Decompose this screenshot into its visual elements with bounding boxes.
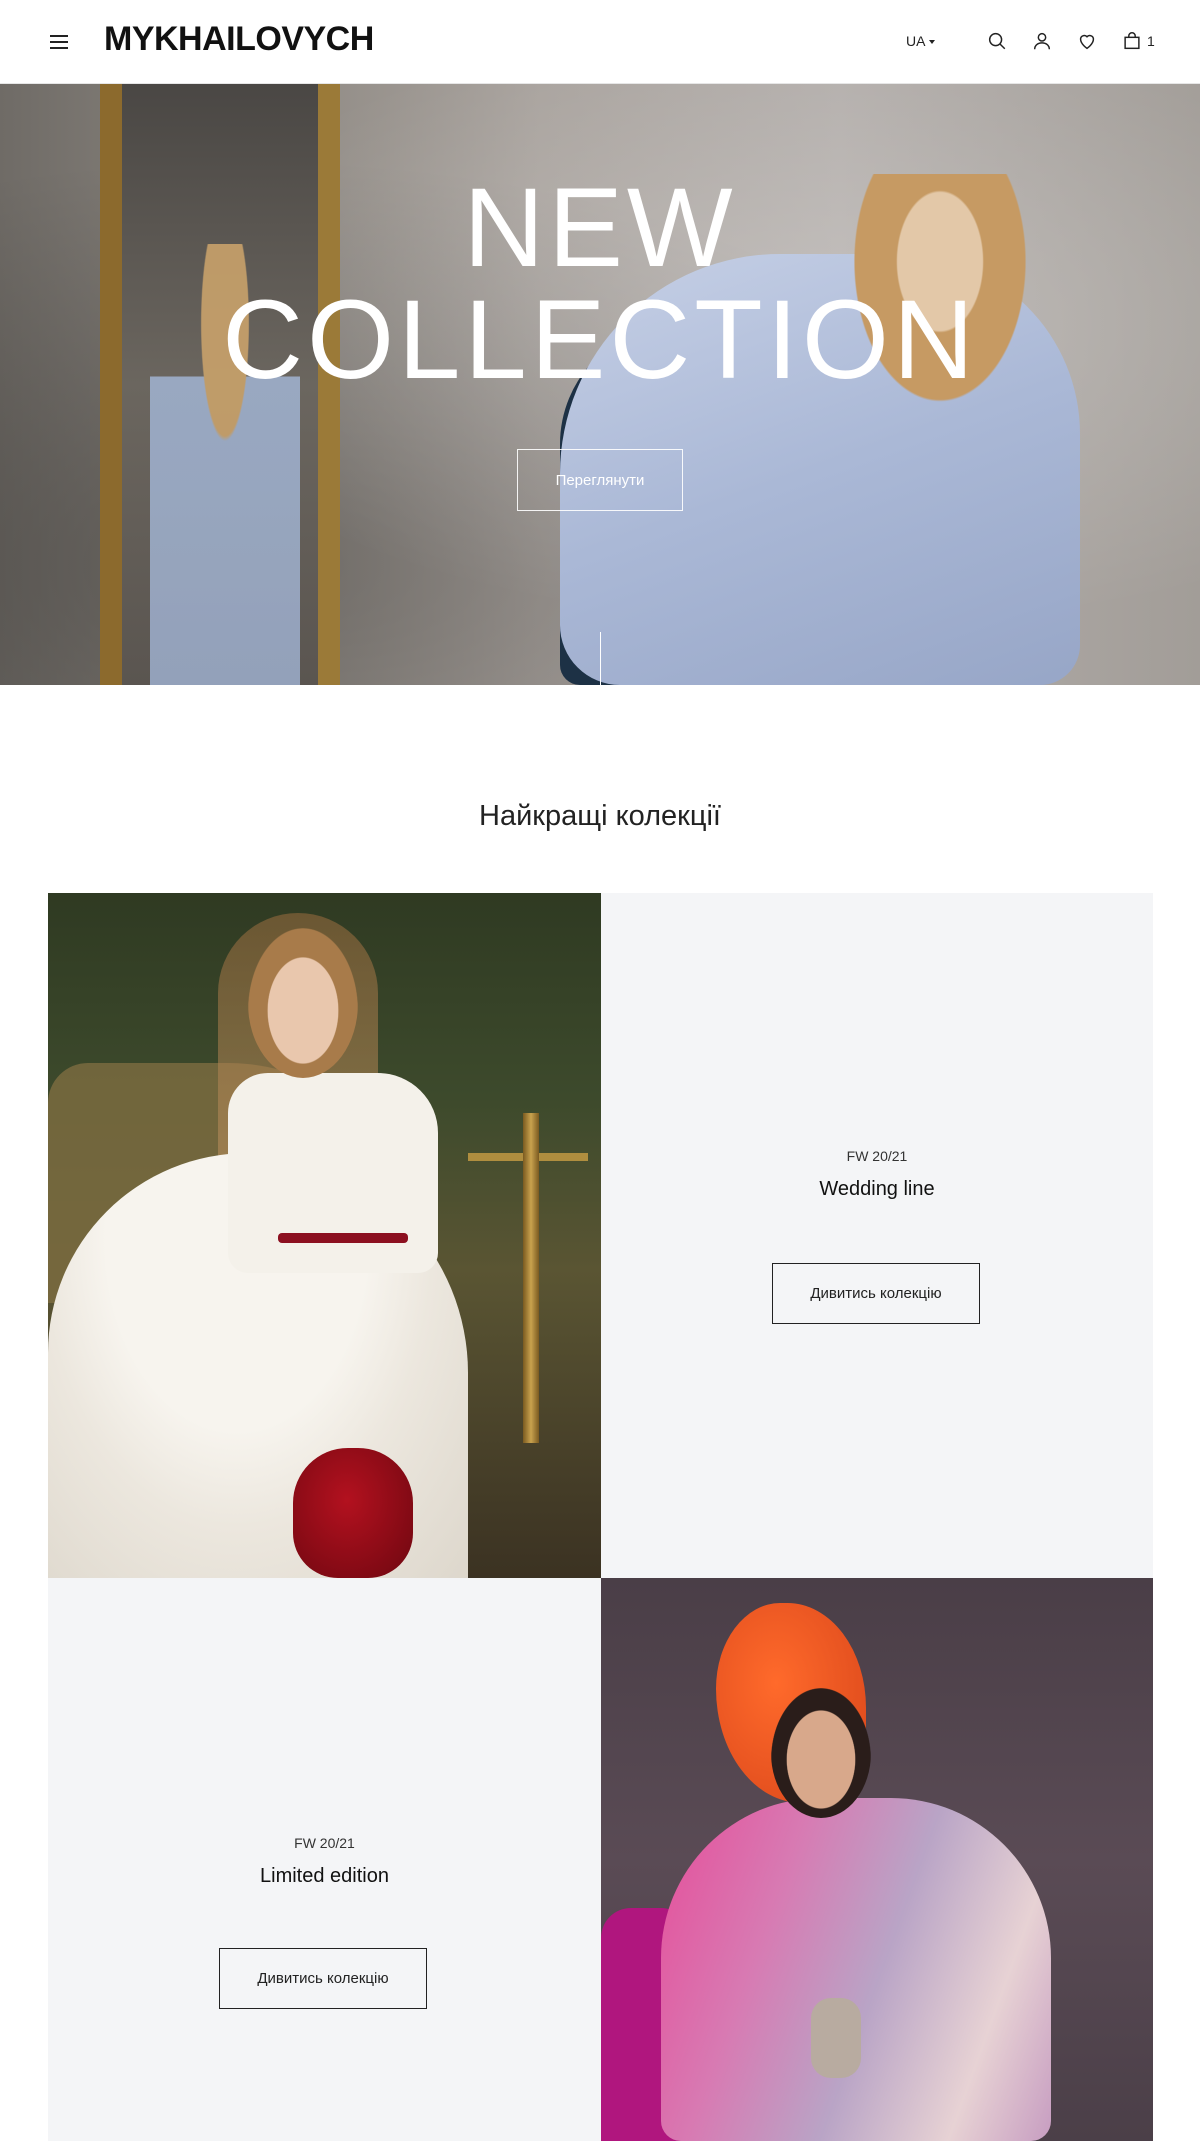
- collection-card-wedding: FW 20/21 Wedding line Дивитись колекцію: [601, 893, 1153, 1578]
- collection-card-limited: FW 20/21 Limited edition Дивитись колекц…: [48, 1578, 601, 2141]
- hero-title-line1: NEW: [463, 165, 737, 290]
- scroll-indicator: [600, 632, 601, 685]
- collection-name: Wedding line: [819, 1178, 935, 1200]
- language-selector[interactable]: UA: [906, 33, 936, 49]
- search-icon[interactable]: [986, 30, 1008, 52]
- site-header: MYKHAILOVYCH UA 1: [0, 0, 1200, 84]
- cart-count: 1: [1147, 33, 1155, 49]
- collection-season: FW 20/21: [294, 1835, 355, 1851]
- bag-icon[interactable]: [1121, 30, 1143, 52]
- caret-down-icon: [929, 40, 936, 44]
- collection-name: Limited edition: [260, 1865, 389, 1887]
- hero-view-button[interactable]: Переглянути: [517, 449, 683, 511]
- user-icon[interactable]: [1031, 30, 1053, 52]
- site-logo[interactable]: MYKHAILOVYCH: [104, 20, 374, 59]
- collection-season: FW 20/21: [846, 1148, 908, 1164]
- menu-icon[interactable]: [50, 35, 68, 49]
- view-collection-button[interactable]: Дивитись колекцію: [219, 1948, 427, 2009]
- language-label: UA: [906, 33, 926, 49]
- hero-banner: NEW COLLECTION Переглянути: [0, 84, 1200, 685]
- view-collection-button[interactable]: Дивитись колекцію: [772, 1263, 980, 1324]
- section-title: Найкращі колекції: [479, 800, 721, 832]
- hero-title-line2: COLLECTION: [222, 277, 978, 402]
- collection-photo-limited[interactable]: [601, 1578, 1153, 2141]
- collection-photo-wedding[interactable]: [48, 893, 601, 1578]
- heart-icon[interactable]: [1076, 30, 1098, 52]
